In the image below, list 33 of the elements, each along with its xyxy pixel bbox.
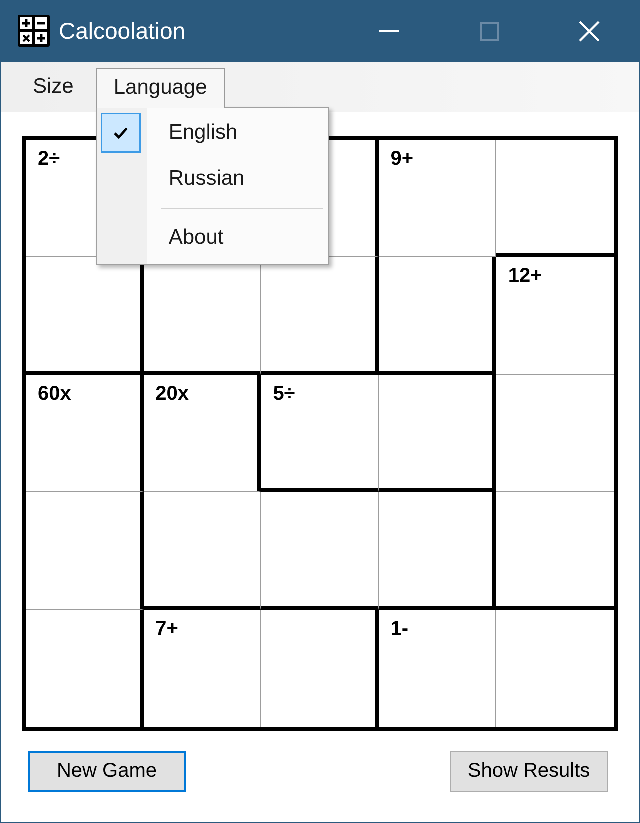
grid-cell[interactable]: 9+ <box>378 140 496 258</box>
grid-cell[interactable] <box>378 374 496 492</box>
checkmark-icon <box>100 113 141 153</box>
grid-cell[interactable]: 20x <box>144 374 262 492</box>
cage-label: 5÷ <box>273 382 296 405</box>
grid-cell[interactable] <box>26 492 144 610</box>
grid-cell[interactable]: 5÷ <box>261 374 379 492</box>
calculator-icon <box>18 15 50 47</box>
close-icon <box>578 20 600 42</box>
cage-label: 1- <box>390 618 409 640</box>
grid-cell[interactable] <box>261 257 379 375</box>
window-title: Calcoolation <box>59 18 186 44</box>
push-button[interactable]: Show Results <box>450 751 608 792</box>
cage-label: 20x <box>156 382 189 405</box>
push-button[interactable]: New Game <box>28 751 186 792</box>
grid-cell[interactable] <box>261 492 379 610</box>
grid-cell[interactable] <box>378 257 496 375</box>
menu-item[interactable]: Size <box>15 68 92 107</box>
grid-cell[interactable]: 60x <box>26 374 144 492</box>
maximize-icon <box>480 22 498 40</box>
menu-item[interactable]: Language <box>96 68 226 108</box>
cage-label: 7+ <box>156 618 178 640</box>
cage-label: 2÷ <box>38 148 60 170</box>
grid-cell[interactable] <box>26 610 144 727</box>
grid-cell[interactable]: 7+ <box>144 610 262 727</box>
grid-cell[interactable] <box>378 492 496 610</box>
cage-label: 60x <box>38 382 72 405</box>
grid-cell[interactable] <box>261 610 379 727</box>
cage-label: 12+ <box>508 265 542 288</box>
grid-cell[interactable] <box>144 492 262 610</box>
grid-cell[interactable]: 1- <box>378 610 496 727</box>
cage-label: 9+ <box>390 148 414 170</box>
minimize-icon <box>379 30 399 32</box>
